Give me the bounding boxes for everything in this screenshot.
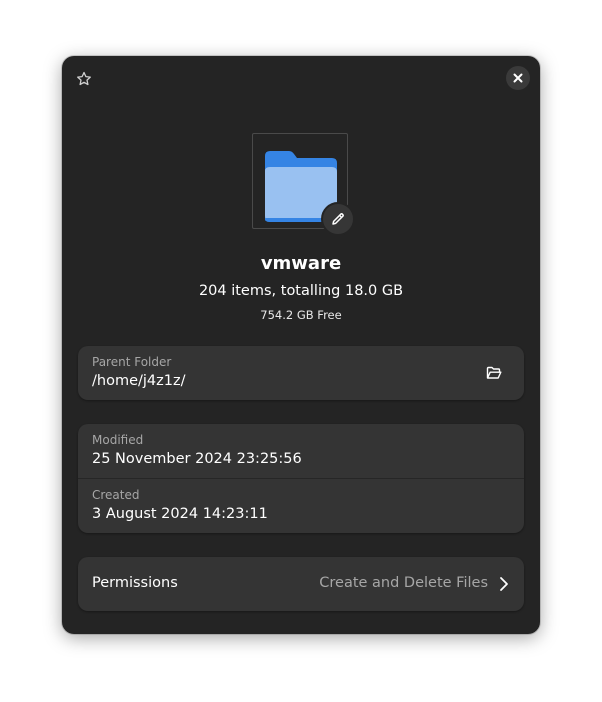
- folder-summary: 204 items, totalling 18.0 GB: [198, 283, 404, 299]
- modified-label: Modified: [92, 433, 144, 447]
- pencil-icon: [332, 213, 344, 225]
- open-parent-folder-button[interactable]: [482, 361, 506, 385]
- open-folder-icon: [486, 366, 502, 379]
- permissions-row[interactable]: Permissions Create and Delete Files: [78, 557, 524, 611]
- created-label: Created: [92, 488, 140, 502]
- folder-name: vmware: [260, 253, 342, 274]
- permissions-value: Create and Delete Files: [319, 575, 488, 591]
- created-row: Created 3 August 2024 14:23:11: [78, 479, 524, 533]
- created-value: 3 August 2024 14:23:11: [92, 506, 268, 522]
- modified-row: Modified 25 November 2024 23:25:56: [78, 424, 524, 478]
- star-icon: [77, 71, 91, 86]
- star-button[interactable]: [72, 67, 96, 91]
- free-space: 754.2 GB Free: [260, 308, 342, 322]
- parent-folder-label: Parent Folder: [92, 355, 172, 369]
- parent-folder-path: /home/j4z1z/: [92, 373, 186, 389]
- chevron-right-icon: [500, 577, 508, 591]
- permissions-label: Permissions: [92, 575, 178, 591]
- edit-icon-button[interactable]: [321, 202, 355, 236]
- parent-folder-row: Parent Folder /home/j4z1z/: [78, 346, 524, 400]
- dates-group: Modified 25 November 2024 23:25:56 Creat…: [78, 424, 524, 533]
- properties-dialog: vmware 204 items, totalling 18.0 GB 754.…: [62, 56, 540, 634]
- close-button[interactable]: [506, 66, 530, 90]
- modified-value: 25 November 2024 23:25:56: [92, 451, 302, 467]
- close-icon: [513, 73, 523, 83]
